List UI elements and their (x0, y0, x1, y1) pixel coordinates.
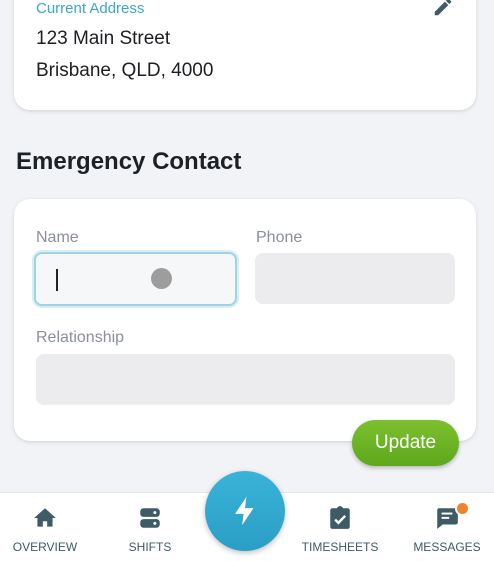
address-label: Current Address (36, 0, 145, 17)
phone-field[interactable] (255, 253, 455, 304)
nav-label-timesheets: TIMESHEETS (301, 540, 379, 554)
lightning-icon (235, 496, 254, 526)
touch-indicator (151, 268, 172, 289)
nav-label-messages: MESSAGES (413, 540, 481, 554)
nav-item-overview[interactable]: OVERVIEW (0, 493, 90, 561)
pencil-icon[interactable] (432, 0, 454, 18)
nav-label-shifts: SHIFTS (128, 540, 172, 554)
relationship-field[interactable] (36, 354, 455, 405)
nav-item-timesheets[interactable]: TIMESHEETS (295, 493, 385, 561)
quick-action-button[interactable] (205, 471, 285, 551)
nav-label-overview: OVERVIEW (12, 540, 78, 554)
update-button[interactable]: Update (352, 420, 459, 466)
relationship-label: Relationship (36, 329, 125, 346)
server-icon (140, 508, 160, 528)
address-card: Current Address 123 Main Street Brisbane… (14, 0, 476, 110)
notification-dot (455, 501, 470, 516)
section-title: Emergency Contact (16, 148, 242, 175)
name-label: Name (36, 229, 79, 246)
phone-label: Phone (256, 229, 303, 246)
address-line-1: 123 Main Street (36, 28, 171, 49)
text-cursor (56, 269, 58, 291)
address-line-2: Brisbane, QLD, 4000 (36, 60, 214, 81)
clipboard-check-icon (330, 506, 350, 529)
nav-item-messages[interactable]: MESSAGES (402, 493, 492, 561)
emergency-contact-card: Name Phone Relationship (14, 199, 476, 441)
nav-item-shifts[interactable]: SHIFTS (105, 493, 195, 561)
name-field[interactable] (34, 252, 237, 306)
home-icon (34, 508, 56, 527)
